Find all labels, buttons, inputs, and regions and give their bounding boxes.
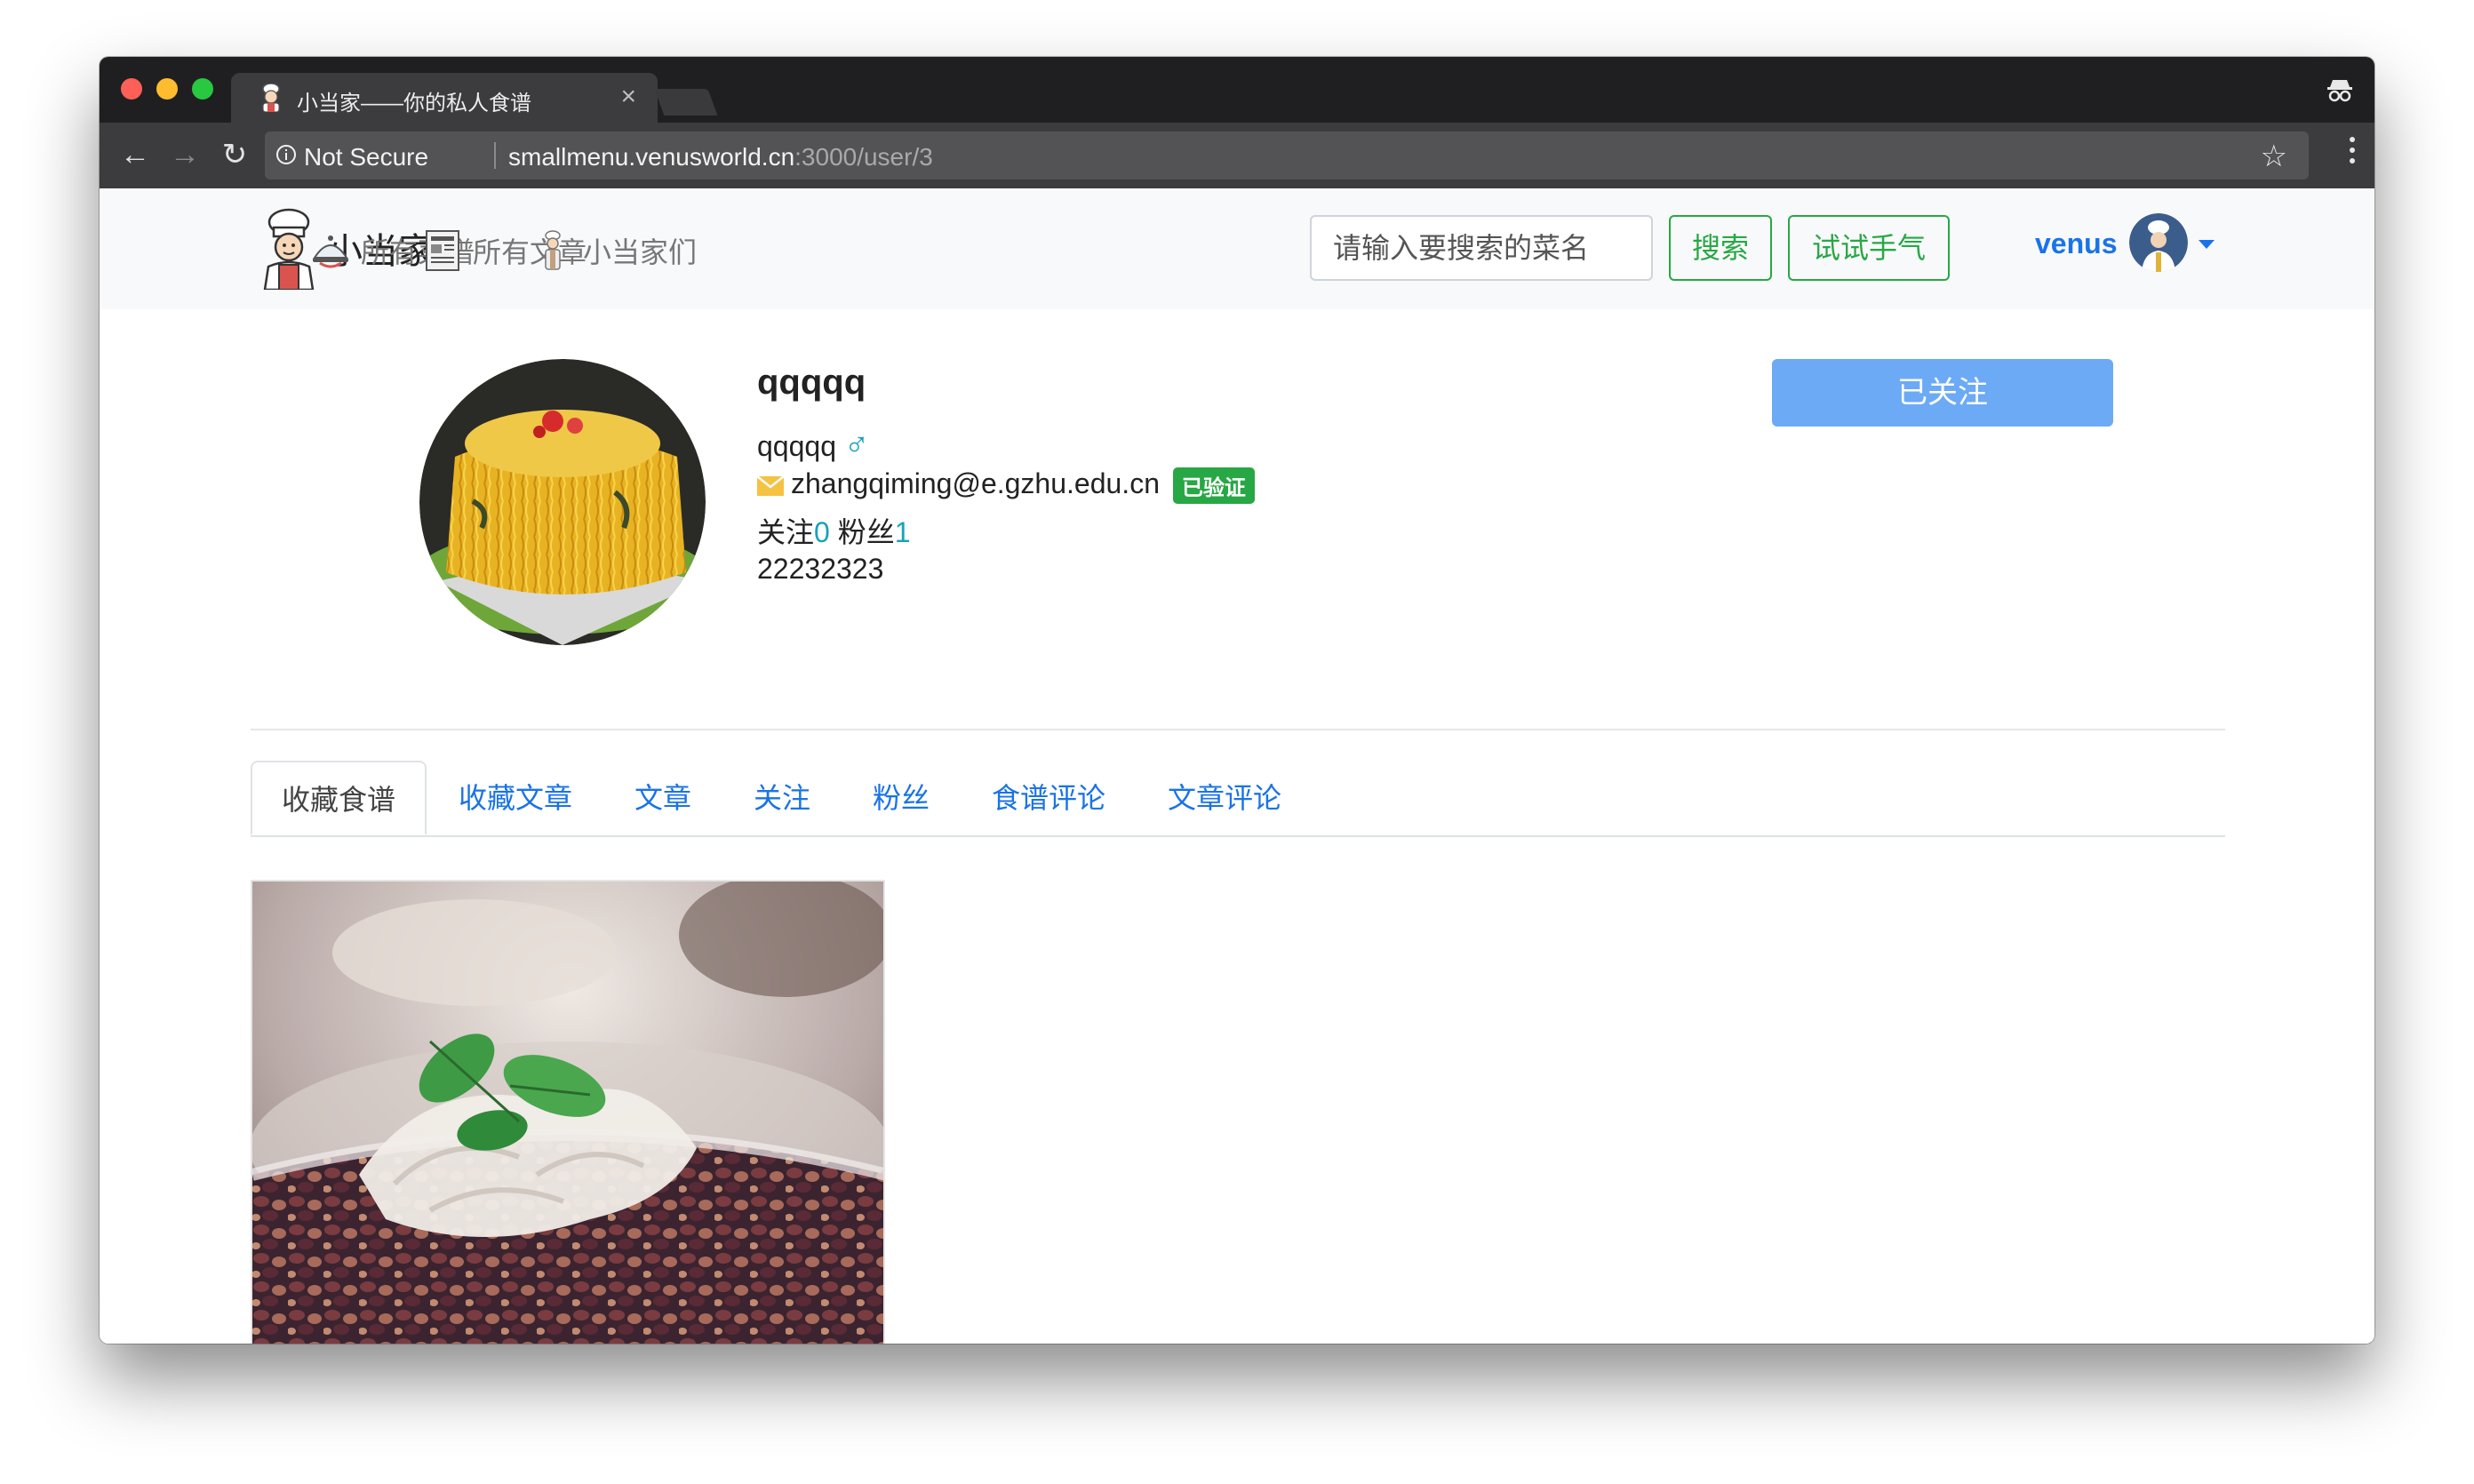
profile-username: qqqqq (757, 430, 836, 462)
tab-articles[interactable]: 文章 (634, 761, 691, 835)
chef-favicon-icon (262, 84, 280, 112)
following-label: 关注 (757, 516, 815, 548)
profile-username-line: qqqqq ♂ (757, 427, 869, 465)
tab-followers[interactable]: 粉丝 (873, 761, 930, 835)
user-avatar[interactable] (2129, 213, 2188, 272)
profile-tabs: 收藏食谱 收藏文章 文章 关注 粉丝 食谱评论 文章评论 (251, 761, 2225, 837)
tab-favorite-recipes[interactable]: 收藏食谱 (251, 761, 427, 835)
followers-count[interactable]: 1 (895, 516, 911, 548)
followers-label: 粉丝 (837, 516, 895, 548)
nav-chefs[interactable]: 小当家们 (533, 229, 697, 272)
chef-figure-icon (545, 230, 561, 270)
site-navbar: 小当家 所有菜谱 所有文章 小当家们 请输入要搜索的菜名 搜索 试试手气 ven… (100, 188, 2374, 309)
profile-bio: 22232323 (757, 553, 884, 585)
browser-menu-icon[interactable] (2350, 137, 2357, 172)
tab-favorite-articles[interactable]: 收藏文章 (459, 761, 572, 835)
web-page: 小当家 所有菜谱 所有文章 小当家们 请输入要搜索的菜名 搜索 试试手气 ven… (100, 188, 2374, 1344)
browser-toolbar: ← → ↻ Not Secure smallmenu.venusworld.cn… (100, 123, 2374, 188)
new-tab-button[interactable] (654, 89, 718, 116)
profile-avatar (419, 359, 706, 645)
back-arrow-icon[interactable]: ← (117, 137, 153, 172)
bookmark-star-icon[interactable]: ☆ (2261, 139, 2287, 174)
reload-icon[interactable]: ↻ (217, 137, 252, 172)
tab-title: 小当家——你的私人食谱 (297, 92, 531, 116)
forward-arrow-icon[interactable]: → (167, 137, 203, 172)
lucky-button[interactable]: 试试手气 (1788, 215, 1950, 281)
search-input[interactable] (1310, 215, 1653, 281)
profile-divider (251, 729, 2225, 730)
profile-email-line: zhangqiming@e.gzhu.edu.cn 已验证 (757, 467, 1255, 505)
browser-window: 小当家——你的私人食谱 × ← → ↻ Not Secure smallmenu… (100, 57, 2374, 1344)
browser-titlebar: 小当家——你的私人食谱 × (100, 57, 2374, 123)
tab-close-icon[interactable]: × (620, 82, 636, 112)
address-separator (494, 142, 496, 169)
profile-name: qqqqq (757, 363, 866, 402)
profile-follow-stats: 关注0 粉丝1 (757, 510, 911, 551)
url-path: :3000/user/3 (794, 143, 933, 171)
newspaper-icon (426, 230, 459, 271)
following-count[interactable]: 0 (814, 516, 830, 548)
maximize-window-button[interactable] (192, 78, 213, 100)
mail-icon (757, 475, 784, 496)
close-window-button[interactable] (121, 78, 142, 100)
recipe-image[interactable] (252, 882, 885, 1344)
url-text: smallmenu.venusworld.cn:3000/user/3 (508, 143, 933, 172)
incognito-icon (2327, 80, 2352, 102)
url-host: smallmenu.venusworld.cn (508, 143, 795, 171)
follow-button[interactable]: 已关注 (1772, 359, 2113, 427)
info-icon (276, 145, 296, 164)
verified-badge: 已验证 (1172, 467, 1255, 505)
tab-recipe-comments[interactable]: 食谱评论 (992, 761, 1105, 835)
male-gender-icon: ♂ (843, 427, 870, 464)
tab-article-comments[interactable]: 文章评论 (1168, 761, 1281, 835)
chevron-down-icon[interactable] (2199, 240, 2215, 249)
recipe-card[interactable] (251, 880, 885, 1344)
tab-following[interactable]: 关注 (754, 761, 810, 835)
browser-tab[interactable]: 小当家——你的私人食谱 × (231, 73, 658, 123)
not-secure-label: Not Secure (304, 143, 429, 171)
user-menu-name[interactable]: venus (2035, 227, 2117, 260)
minimize-window-button[interactable] (156, 78, 178, 100)
search-button[interactable]: 搜索 (1669, 215, 1772, 281)
profile-email: zhangqiming@e.gzhu.edu.cn (791, 467, 1160, 499)
nav-chefs-label: 小当家们 (583, 236, 698, 268)
address-bar[interactable]: Not Secure smallmenu.venusworld.cn:3000/… (265, 132, 2309, 180)
dish-cover-icon (313, 235, 348, 268)
